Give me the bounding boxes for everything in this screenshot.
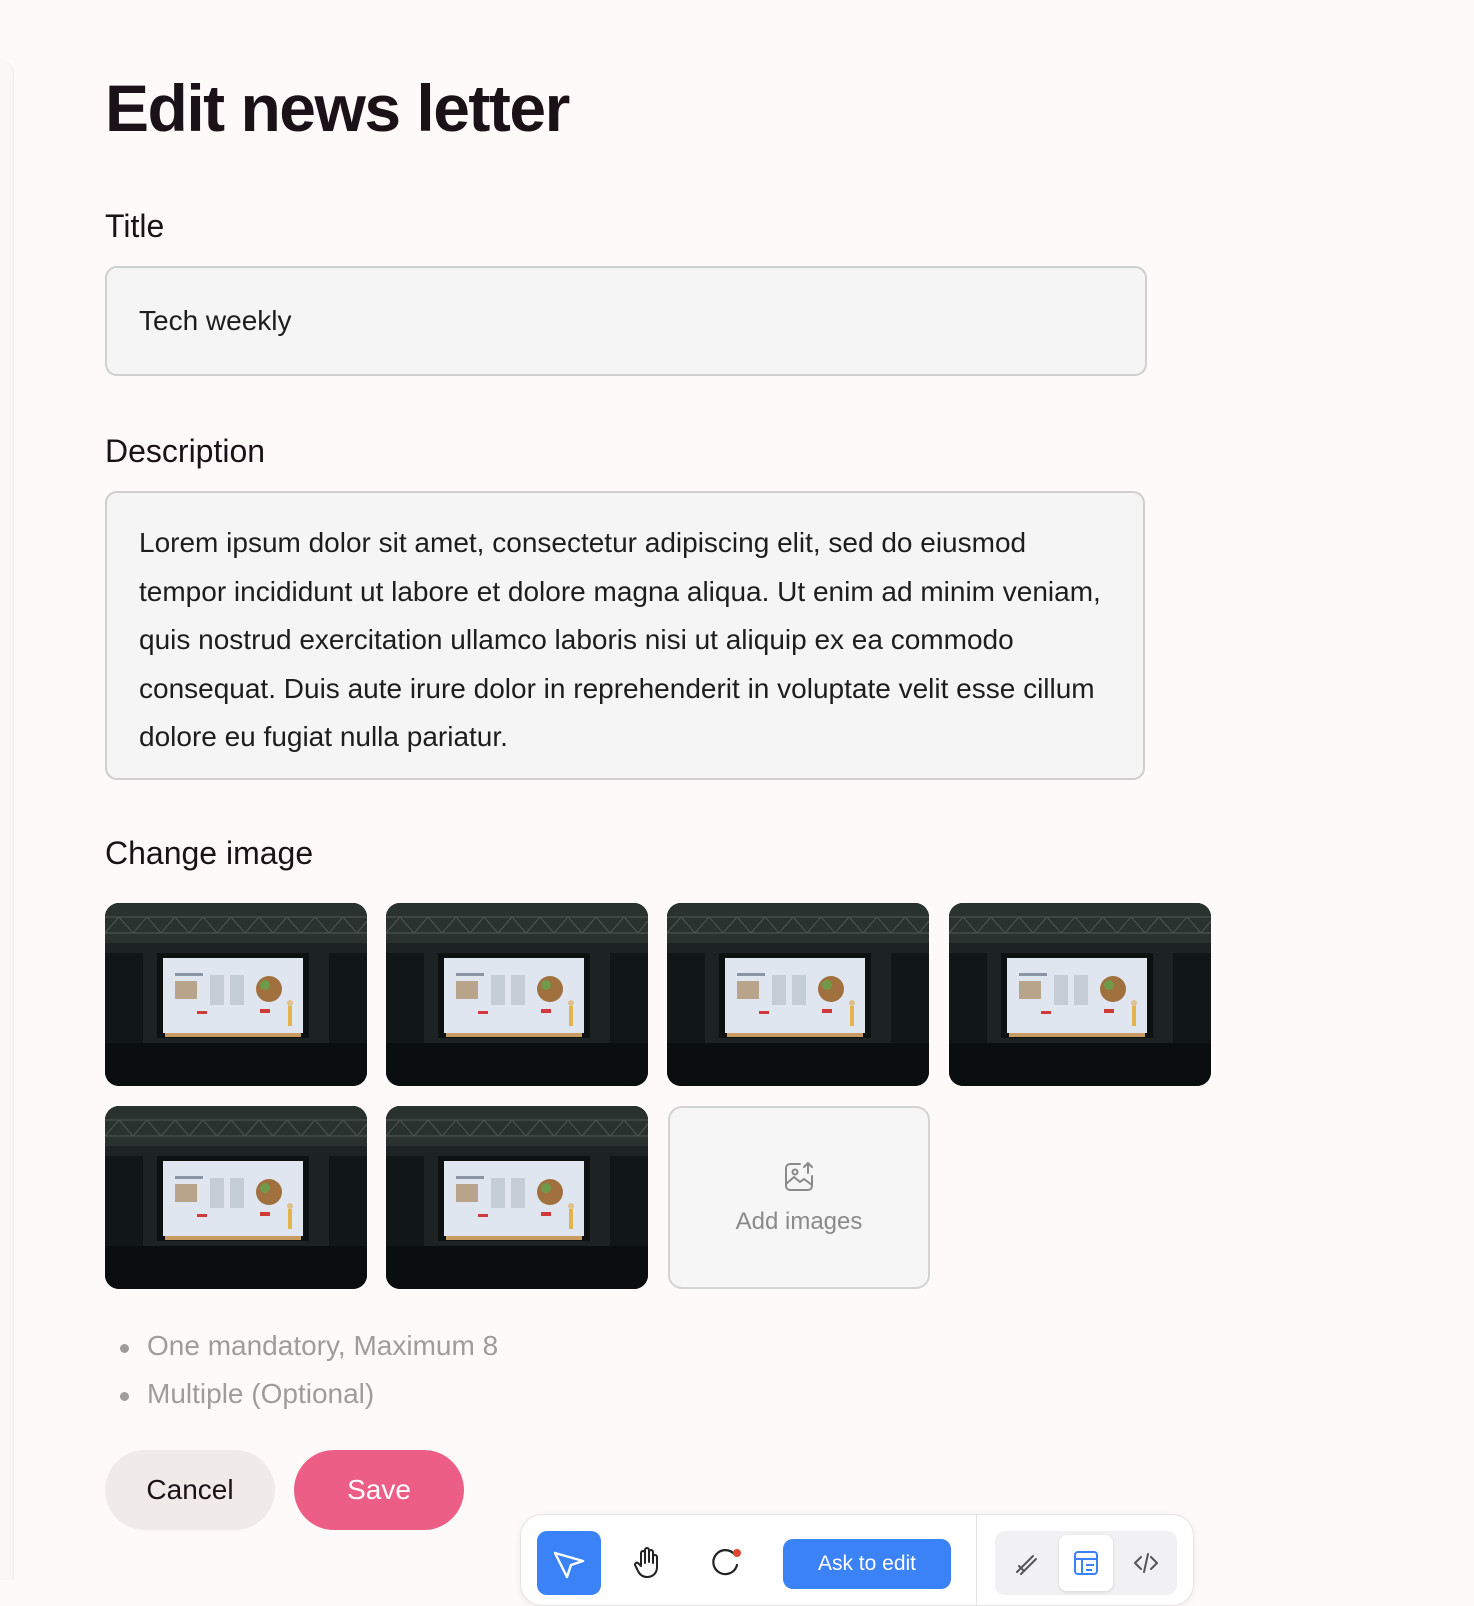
pen-mode-button[interactable] [999,1535,1053,1591]
ask-to-edit-button[interactable]: Ask to edit [783,1539,951,1589]
image-thumbnail-3[interactable] [667,903,929,1086]
toolbar-divider [976,1515,977,1605]
cursor-tool[interactable] [537,1531,601,1595]
add-images-button[interactable]: Add images [668,1106,930,1289]
image-hints: One mandatory, Maximum 8 Multiple (Optio… [105,1322,498,1418]
cursor-icon [553,1551,585,1579]
page-title: Edit news letter [105,71,570,145]
page-edge [0,60,14,1580]
title-input[interactable]: Tech weekly [105,266,1147,376]
code-icon [1134,1553,1158,1573]
hand-tool[interactable] [615,1531,679,1595]
presentation-photo [105,903,367,1086]
hint-item: Multiple (Optional) [105,1370,498,1418]
layout-mode-button[interactable] [1059,1535,1113,1591]
hand-icon [634,1547,658,1578]
comment-icon [712,1549,741,1576]
image-upload-icon [785,1161,813,1191]
cancel-button[interactable]: Cancel [105,1450,275,1530]
image-thumbnail-4[interactable] [949,903,1211,1086]
presentation-photo [667,903,929,1086]
presentation-photo [949,903,1211,1086]
code-mode-button[interactable] [1119,1535,1173,1591]
presentation-photo [386,1106,648,1289]
save-button[interactable]: Save [294,1450,464,1530]
image-thumbnail-6[interactable] [386,1106,648,1289]
description-textarea[interactable]: Lorem ipsum dolor sit amet, consectetur … [105,491,1145,780]
add-images-label: Add images [735,1207,863,1235]
change-image-label: Change image [105,835,314,871]
pen-icon [1016,1555,1037,1575]
layout-icon [1074,1551,1098,1575]
hint-item: One mandatory, Maximum 8 [105,1322,498,1370]
presentation-photo [386,903,648,1086]
mode-switcher [995,1531,1177,1595]
comment-tool[interactable] [695,1531,759,1595]
description-label: Description [105,433,266,469]
presentation-photo [105,1106,367,1289]
image-thumbnail-5[interactable] [105,1106,367,1289]
bottom-toolbar: Ask to edit [520,1514,1194,1606]
title-label: Title [105,208,165,244]
image-thumbnail-1[interactable] [105,903,367,1086]
image-thumbnail-2[interactable] [386,903,648,1086]
